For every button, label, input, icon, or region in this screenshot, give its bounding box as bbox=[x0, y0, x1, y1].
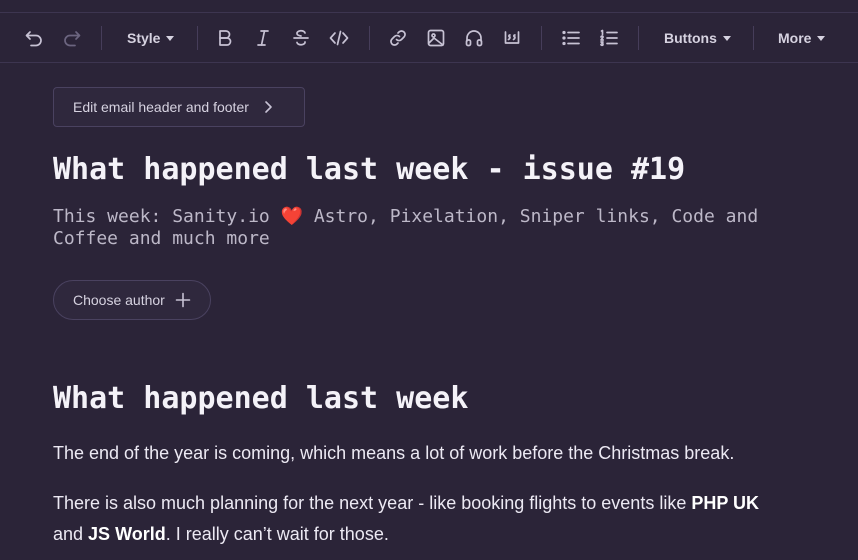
chevron-down-icon bbox=[722, 35, 731, 41]
choose-author-button[interactable]: Choose author bbox=[53, 280, 211, 320]
image-icon bbox=[427, 29, 445, 47]
headphones-icon bbox=[465, 30, 483, 47]
edit-header-footer-label: Edit email header and footer bbox=[73, 99, 249, 115]
link-icon bbox=[390, 30, 406, 46]
image-button[interactable] bbox=[425, 25, 447, 51]
edit-header-footer-button[interactable]: Edit email header and footer bbox=[53, 87, 305, 127]
italic-button[interactable] bbox=[252, 25, 274, 51]
toolbar-divider bbox=[369, 26, 370, 50]
subtitle-text: This week: Sanity.io bbox=[53, 206, 281, 227]
toolbar-divider bbox=[101, 26, 102, 50]
style-dropdown-label: Style bbox=[127, 30, 161, 46]
italic-icon bbox=[257, 30, 269, 46]
editor-toolbar: Style Buttons More bbox=[0, 12, 858, 63]
heart-icon: ❤️ bbox=[280, 206, 303, 227]
link-button[interactable] bbox=[387, 25, 409, 51]
quote-button[interactable] bbox=[501, 25, 523, 51]
paragraph-text: and bbox=[53, 524, 89, 544]
numbered-list-button[interactable] bbox=[598, 25, 620, 51]
bullet-list-button[interactable] bbox=[560, 25, 582, 51]
bold-text: PHP UK bbox=[691, 493, 760, 513]
redo-icon bbox=[64, 31, 81, 47]
more-dropdown-label: More bbox=[778, 30, 812, 46]
style-dropdown[interactable]: Style bbox=[127, 25, 175, 51]
plus-icon bbox=[175, 292, 191, 308]
numbered-list-icon bbox=[600, 29, 618, 47]
toolbar-divider bbox=[541, 26, 542, 50]
chevron-down-icon bbox=[166, 35, 175, 41]
code-icon bbox=[329, 30, 349, 46]
paragraph-text: There is also much planning for the next… bbox=[53, 493, 692, 513]
audio-button[interactable] bbox=[463, 25, 485, 51]
bold-button[interactable] bbox=[214, 25, 236, 51]
paragraph-text: . I really can’t wait for those. bbox=[165, 524, 389, 544]
paragraph[interactable]: There is also much planning for the next… bbox=[53, 488, 793, 550]
quote-icon bbox=[504, 31, 520, 44]
buttons-dropdown[interactable]: Buttons bbox=[664, 25, 731, 51]
undo-icon bbox=[25, 31, 42, 47]
toolbar-divider bbox=[197, 26, 198, 50]
chevron-down-icon bbox=[817, 35, 826, 41]
code-button[interactable] bbox=[327, 25, 351, 51]
bold-icon bbox=[219, 30, 232, 46]
section-heading[interactable]: What happened last week bbox=[53, 381, 468, 416]
toolbar-divider bbox=[638, 26, 639, 50]
paragraph[interactable]: The end of the year is coming, which mea… bbox=[53, 438, 793, 469]
bullet-list-icon bbox=[562, 30, 580, 46]
redo-button[interactable] bbox=[61, 25, 83, 51]
undo-button[interactable] bbox=[23, 25, 45, 51]
buttons-dropdown-label: Buttons bbox=[664, 30, 717, 46]
choose-author-label: Choose author bbox=[73, 292, 165, 308]
more-dropdown[interactable]: More bbox=[778, 25, 826, 51]
toolbar-divider bbox=[753, 26, 754, 50]
strikethrough-icon bbox=[293, 29, 309, 46]
chevron-right-icon bbox=[265, 101, 272, 113]
email-subtitle[interactable]: This week: Sanity.io ❤️ Astro, Pixelatio… bbox=[53, 206, 793, 250]
bold-text: JS World bbox=[88, 524, 166, 544]
strikethrough-button[interactable] bbox=[290, 25, 312, 51]
email-title[interactable]: What happened last week - issue #19 bbox=[53, 152, 685, 187]
